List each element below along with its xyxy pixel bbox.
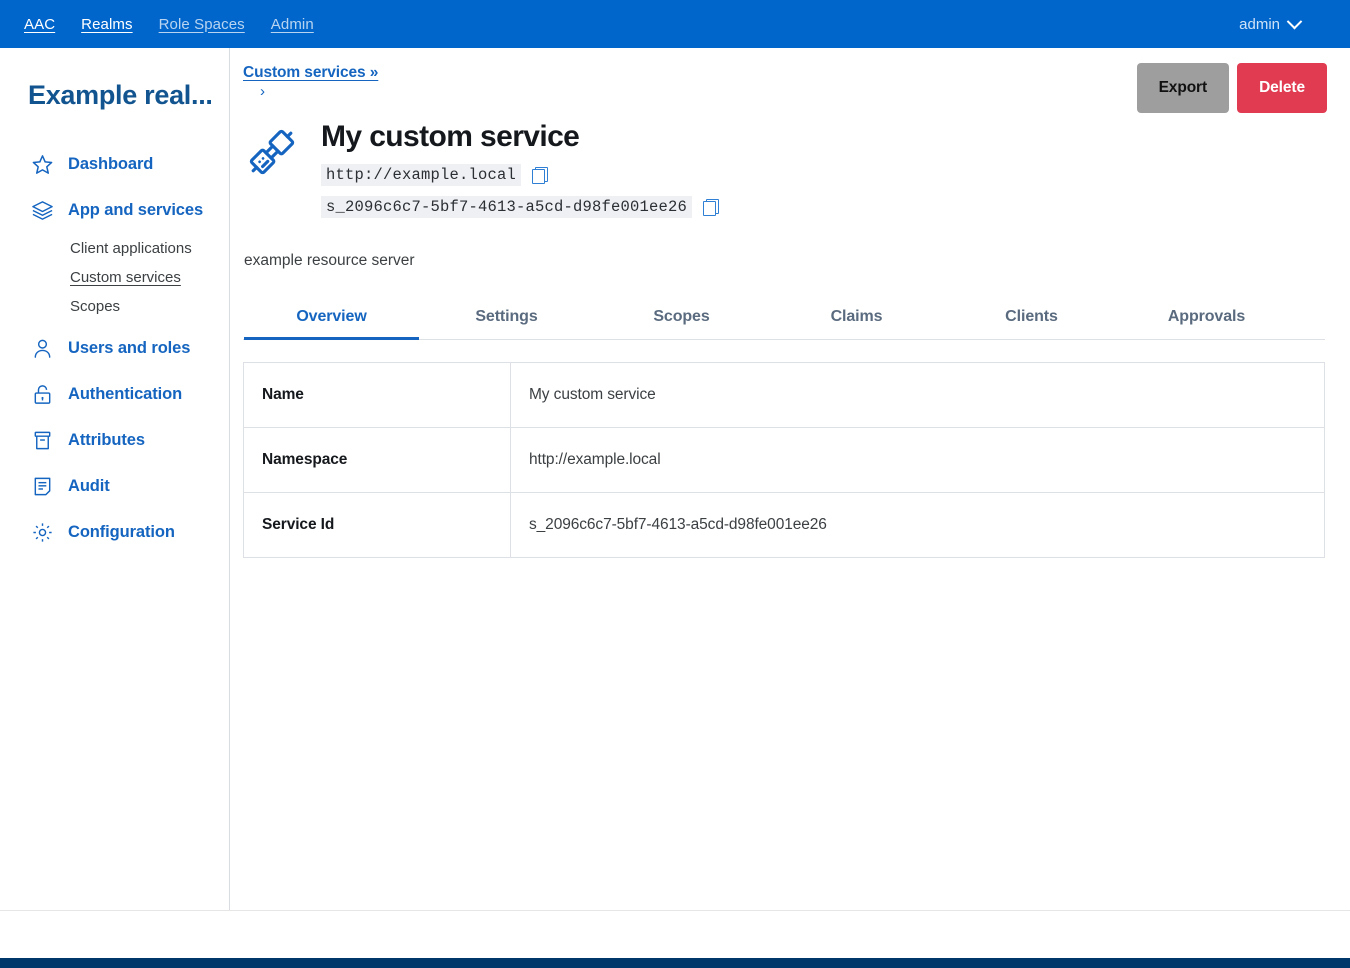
user-icon — [30, 336, 54, 360]
user-menu-label: admin — [1239, 15, 1280, 33]
service-header-body: My custom service http://example.local s… — [321, 119, 720, 219]
document-lines-icon — [30, 474, 54, 498]
chevron-down-icon — [1286, 13, 1303, 29]
export-button[interactable]: Export — [1136, 63, 1230, 113]
tab-label: Scopes — [653, 308, 710, 326]
sidebar-item-label: Users and roles — [68, 338, 191, 357]
service-id-chip: s_2096c6c7-5bf7-4613-a5cd-d98fe001ee26 — [321, 196, 693, 219]
sidebar-item-label: Dashboard — [68, 154, 154, 173]
table-cell-key: Name — [243, 362, 511, 429]
sidebar-item-audit[interactable]: Audit — [0, 463, 229, 509]
copy-icon[interactable] — [532, 166, 549, 184]
sidebar-item-label: Authentication — [68, 384, 183, 403]
lock-icon — [30, 382, 54, 406]
nav-link-aac[interactable]: AAC — [24, 16, 55, 33]
sidebar-sub-label: Custom services — [70, 268, 181, 286]
footer-bar — [0, 958, 1350, 968]
sidebar-item-label: Configuration — [68, 522, 175, 541]
sidebar-item-scopes[interactable]: Scopes — [0, 293, 229, 322]
page-title: My custom service — [321, 120, 580, 153]
sidebar: Example real... Dashboard App and servic… — [0, 48, 230, 910]
sidebar-item-app-and-services[interactable]: App and services — [0, 187, 229, 233]
service-description: example resource server — [244, 252, 415, 270]
top-navigation-bar: AAC Realms Role Spaces Admin admin — [0, 0, 1350, 48]
tab-label: Settings — [475, 308, 538, 326]
service-header: My custom service http://example.local s… — [243, 119, 1325, 219]
gear-icon — [30, 520, 54, 544]
nav-link-role-spaces[interactable]: Role Spaces — [159, 16, 245, 33]
realm-title: Example real... — [28, 80, 213, 110]
table-cell-value: s_2096c6c7-5bf7-4613-a5cd-d98fe001ee26 — [510, 492, 1325, 559]
tab-label: Approvals — [1167, 308, 1246, 326]
tab-clients[interactable]: Clients — [944, 298, 1119, 339]
sidebar-item-users-and-roles[interactable]: Users and roles — [0, 325, 229, 371]
sidebar-item-custom-services[interactable]: Custom services — [0, 264, 229, 293]
tab-overview[interactable]: Overview — [244, 298, 419, 341]
sidebar-sub-list: Client applications Custom services Scop… — [0, 233, 229, 325]
tab-approvals[interactable]: Approvals — [1119, 298, 1294, 339]
table-cell-key: Namespace — [243, 427, 511, 494]
overview-table: Name My custom service Namespace http://… — [243, 362, 1325, 559]
top-nav-links: AAC Realms Role Spaces Admin — [24, 16, 314, 33]
tab-label: Claims — [830, 308, 883, 326]
namespace-chip: http://example.local — [321, 164, 522, 187]
user-menu[interactable]: admin — [1239, 13, 1326, 33]
tab-claims[interactable]: Claims — [769, 298, 944, 339]
table-cell-value: My custom service — [510, 362, 1325, 429]
table-row: Name My custom service — [243, 362, 1325, 429]
sidebar-nav-list: Dashboard App and services Client applic… — [0, 141, 229, 555]
tab-settings[interactable]: Settings — [419, 298, 594, 339]
sidebar-item-dashboard[interactable]: Dashboard — [0, 141, 229, 187]
tab-bar: Overview Settings Scopes Claims Clients … — [243, 298, 1325, 341]
sidebar-item-authentication[interactable]: Authentication — [0, 371, 229, 417]
footer-spacer — [0, 910, 1350, 958]
sidebar-sub-label: Scopes — [70, 297, 121, 315]
table-row: Service Id s_2096c6c7-5bf7-4613-a5cd-d98… — [243, 492, 1325, 559]
table-cell-key: Service Id — [243, 492, 511, 559]
main-content: Custom services » › My custom service ht… — [231, 48, 1350, 910]
service-id-row: s_2096c6c7-5bf7-4613-a5cd-d98fe001ee26 — [321, 196, 720, 219]
copy-icon[interactable] — [703, 198, 720, 216]
header-actions: Export Delete — [1136, 63, 1327, 113]
sidebar-sub-label: Client applications — [70, 240, 192, 258]
sidebar-item-label: App and services — [68, 200, 204, 219]
nav-link-realms[interactable]: Realms — [81, 16, 132, 33]
archive-box-icon — [30, 428, 54, 452]
sidebar-item-configuration[interactable]: Configuration — [0, 509, 229, 555]
breadcrumb-link-custom-services[interactable]: Custom services » — [243, 64, 378, 81]
sidebar-item-label: Audit — [68, 476, 110, 495]
table-row: Namespace http://example.local — [243, 427, 1325, 494]
namespace-row: http://example.local — [321, 164, 719, 187]
tab-label: Overview — [296, 308, 367, 326]
tab-label: Clients — [1005, 308, 1058, 326]
tab-scopes[interactable]: Scopes — [594, 298, 769, 339]
table-cell-value: http://example.local — [510, 427, 1325, 494]
delete-button[interactable]: Delete — [1237, 63, 1327, 113]
sidebar-item-attributes[interactable]: Attributes — [0, 417, 229, 463]
layers-icon — [30, 198, 54, 222]
sidebar-item-label: Attributes — [68, 430, 145, 449]
plug-connector-icon — [243, 119, 301, 186]
star-icon — [30, 152, 54, 176]
nav-link-admin[interactable]: Admin — [271, 16, 314, 33]
sidebar-item-client-applications[interactable]: Client applications — [0, 235, 229, 264]
